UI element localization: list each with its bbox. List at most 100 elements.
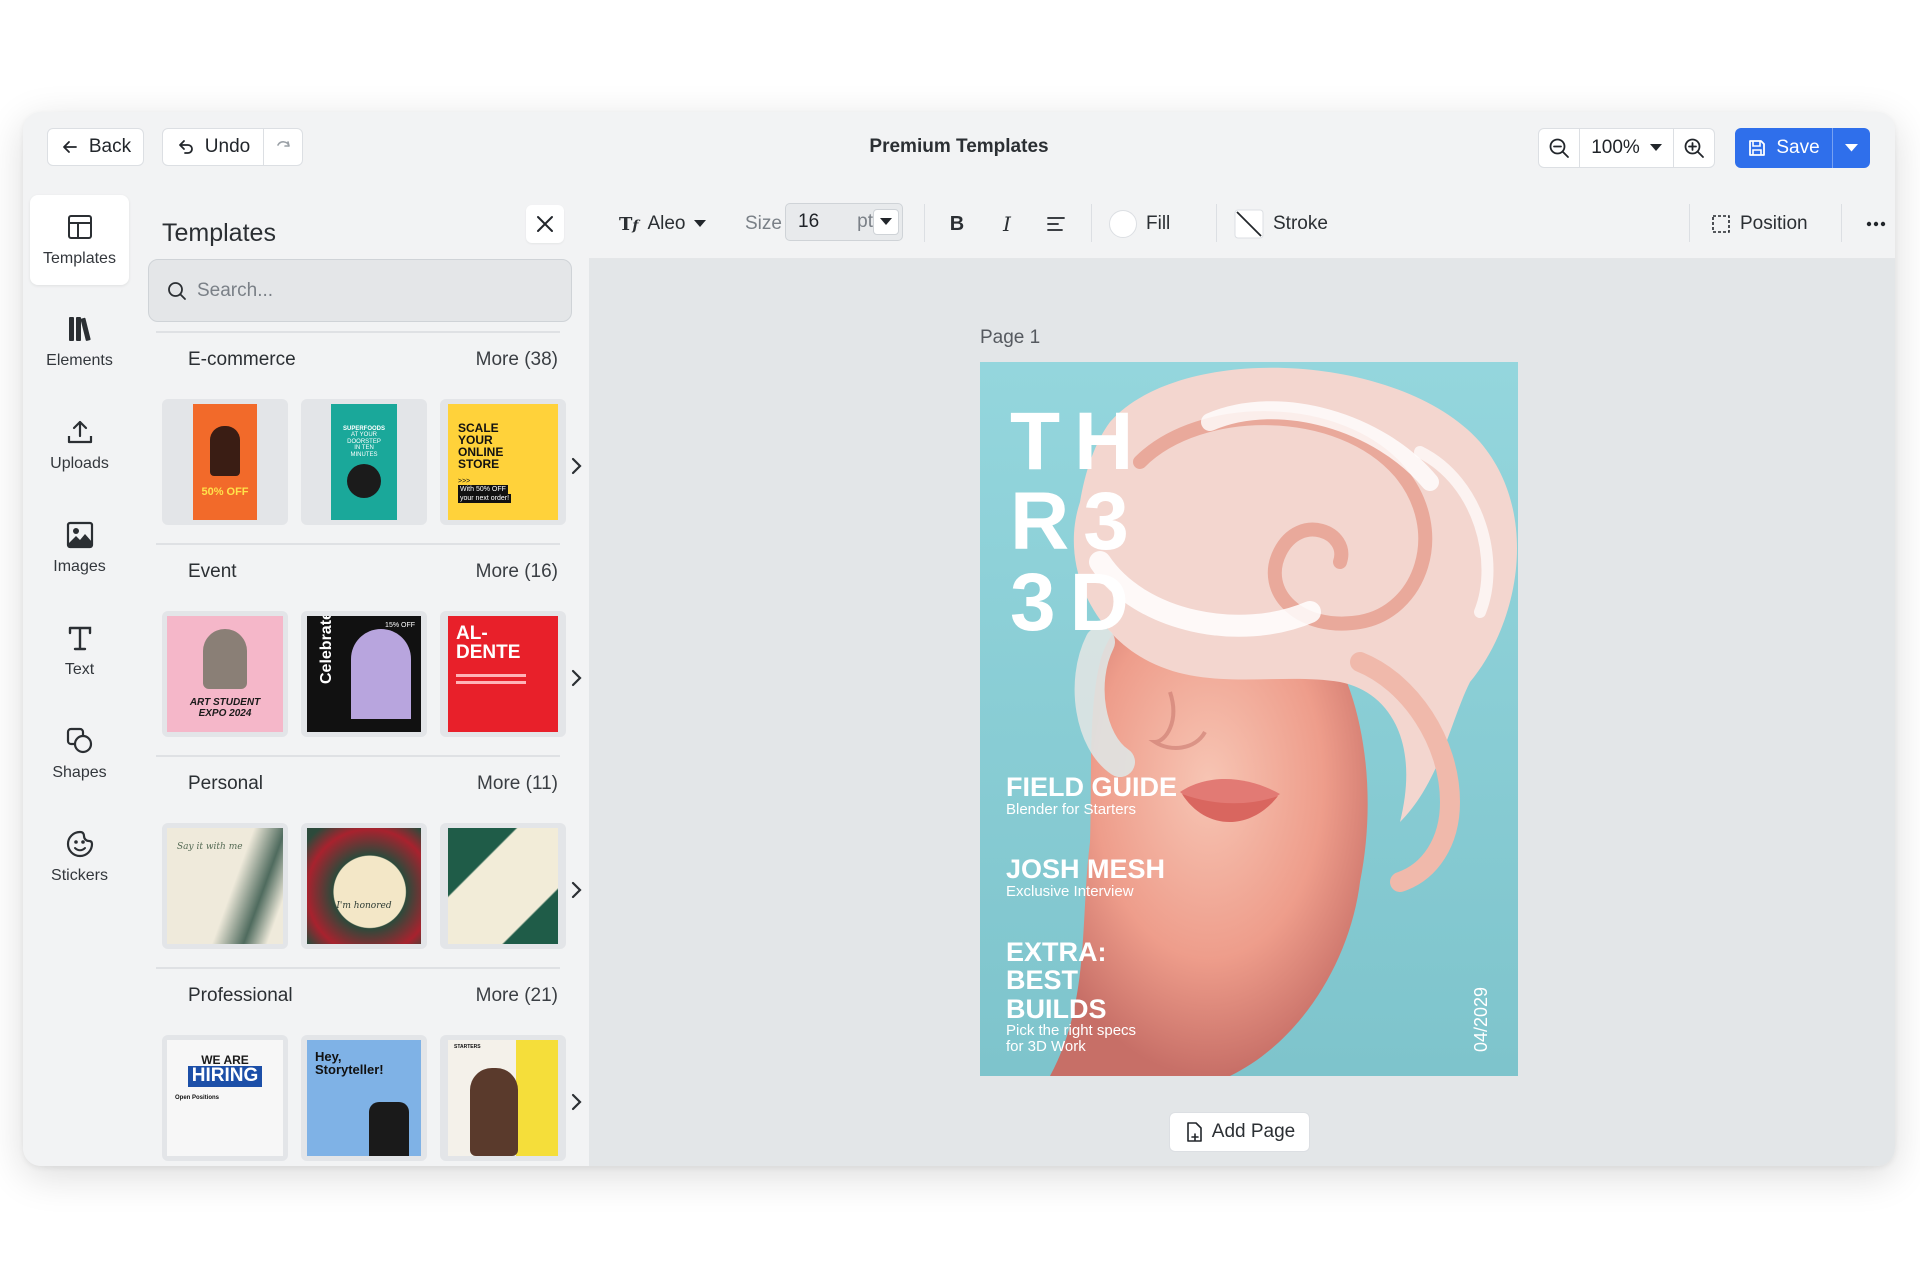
scroll-right-button[interactable] — [566, 451, 588, 481]
add-page-icon — [1186, 1122, 1202, 1142]
chevron-right-icon — [571, 457, 582, 475]
font-icon: Tf — [619, 213, 639, 235]
thumb-text: With 50% OFF — [458, 484, 508, 494]
save-button[interactable]: Save — [1735, 128, 1832, 168]
zoom-out-button[interactable] — [1539, 129, 1579, 167]
close-icon — [537, 216, 553, 232]
close-panel-button[interactable] — [526, 205, 564, 243]
template-preview: Say it with me — [167, 828, 283, 944]
poster-headline-block: JOSH MESH Exclusive Interview — [1006, 854, 1166, 900]
rail-item-shapes[interactable]: Shapes — [30, 709, 129, 799]
template-thumbnail[interactable]: SUPERFOODS AT YOUR DOORSTEP IN TEN MINUT… — [301, 399, 427, 525]
save-options-button[interactable] — [1832, 128, 1870, 168]
rail-item-images[interactable]: Images — [30, 503, 129, 593]
divider — [156, 755, 560, 757]
more-options-button[interactable] — [1861, 207, 1891, 241]
fill-button[interactable]: Fill — [1109, 207, 1170, 241]
template-thumbnail[interactable]: ART STUDENT EXPO 2024 — [162, 611, 288, 737]
bold-icon: B — [949, 212, 965, 235]
template-thumbnail[interactable]: AL- DENTE — [440, 611, 566, 737]
zoom-in-icon — [1684, 138, 1704, 158]
no-stroke-icon — [1234, 209, 1264, 239]
scroll-right-button[interactable] — [566, 1087, 588, 1117]
back-label: Back — [88, 136, 132, 157]
thumb-text: AT YOUR — [350, 432, 377, 439]
more-link[interactable]: More (11) — [477, 773, 558, 795]
template-thumbnail[interactable]: Say it with me — [162, 823, 288, 949]
align-button[interactable] — [1041, 207, 1071, 241]
page-1-canvas[interactable]: TH R3 3D FIELD GUIDE Blender for Starter… — [980, 362, 1518, 1076]
thumb-text: STORE — [458, 456, 500, 471]
template-thumbnail[interactable]: SCALE YOUR ONLINE STORE >>> With 50% OFF… — [440, 399, 566, 525]
template-thumbnail[interactable]: Hey, Storyteller! — [301, 1035, 427, 1161]
poster-headline: JOSH MESH — [1006, 854, 1166, 884]
position-button[interactable]: Position — [1711, 207, 1808, 241]
more-link[interactable]: More (38) — [476, 349, 558, 371]
bold-button[interactable]: B — [942, 207, 972, 241]
template-thumbnail[interactable]: STARTERS — [440, 1035, 566, 1161]
zoom-value: 100% — [1591, 137, 1640, 158]
logo-line: 3D — [1010, 556, 1143, 648]
back-button[interactable]: Back — [47, 128, 144, 166]
align-left-icon — [1047, 217, 1065, 231]
template-thumbnail[interactable]: I'm honored — [301, 823, 427, 949]
thumb-text: I'm honored — [336, 901, 392, 911]
panel-title: Templates — [162, 219, 276, 247]
rail-label: Stickers — [51, 867, 108, 884]
italic-button[interactable]: I — [992, 207, 1022, 241]
more-link[interactable]: More (21) — [476, 985, 558, 1007]
thumb-text: >>> — [458, 477, 471, 485]
poster-date: 04/2029 — [1471, 986, 1491, 1052]
search-box — [148, 259, 572, 322]
undo-icon — [178, 140, 193, 154]
zoom-control: 100% — [1538, 128, 1715, 168]
rail-item-text[interactable]: Text — [30, 606, 129, 696]
thumb-text: your next order! — [458, 493, 512, 503]
search-input[interactable] — [197, 279, 557, 302]
template-thumbnail[interactable]: Celebrate 15% OFF — [301, 611, 427, 737]
save-icon — [1749, 140, 1766, 156]
caret-down-icon — [1649, 144, 1662, 151]
rail-item-templates[interactable]: Templates — [30, 195, 129, 285]
redo-button[interactable] — [263, 128, 303, 166]
rail-label: Images — [53, 558, 106, 575]
stroke-button[interactable]: Stroke — [1234, 207, 1328, 241]
zoom-select[interactable]: 100% — [1579, 129, 1674, 167]
add-page-button[interactable]: Add Page — [1169, 1112, 1310, 1152]
page-label: Page 1 — [980, 327, 1041, 348]
template-thumbnail[interactable]: WE ARE HIRING Open Positions — [162, 1035, 288, 1161]
top-bar: Back Undo Premium Templates 100% Save — [23, 112, 1895, 185]
undo-button[interactable]: Undo — [162, 128, 264, 166]
scroll-right-button[interactable] — [566, 663, 588, 693]
poster-headline: EXTRA: BEST BUILDS — [1006, 937, 1107, 1024]
logo-line: R3 — [1010, 476, 1143, 568]
font-size-input[interactable]: 16 pt — [785, 203, 903, 241]
text-icon — [68, 626, 91, 651]
rail-item-elements[interactable]: Elements — [30, 297, 129, 387]
thumb-text: EXPO 2024 — [198, 708, 252, 719]
font-family-select[interactable]: Tf Aleo — [619, 207, 707, 241]
chevron-right-icon — [571, 669, 582, 687]
template-thumbnail[interactable]: 50% OFF — [162, 399, 288, 525]
rail-item-uploads[interactable]: Uploads — [30, 400, 129, 490]
figure-graphic — [210, 426, 240, 476]
thumb-text: ART STUDENT — [189, 697, 261, 708]
size-dropdown-button[interactable] — [873, 209, 899, 235]
category-name: Professional — [188, 985, 293, 1006]
template-thumbnail[interactable] — [440, 823, 566, 949]
thumbnail-row: ART STUDENT EXPO 2024 Celebrate 15% OFF … — [162, 611, 566, 739]
undo-label: Undo — [204, 136, 251, 157]
poster-subhead: Pick the right specs for 3D Work — [1006, 1022, 1137, 1055]
arrow-left-icon — [62, 141, 77, 153]
rail-item-stickers[interactable]: Stickers — [30, 812, 129, 902]
poster-logo: TH R3 3D — [1010, 400, 1147, 648]
more-link[interactable]: More (16) — [476, 561, 558, 583]
thumbnail-row: Say it with me I'm honored — [162, 823, 566, 951]
person-graphic — [369, 1102, 409, 1156]
divider — [156, 543, 560, 545]
poster-headline: FIELD GUIDE — [1006, 772, 1178, 802]
category-header: E-commerce More (38) — [162, 345, 566, 375]
scroll-right-button[interactable] — [566, 875, 588, 905]
zoom-in-button[interactable] — [1674, 129, 1714, 167]
more-horizontal-icon — [1866, 221, 1886, 227]
